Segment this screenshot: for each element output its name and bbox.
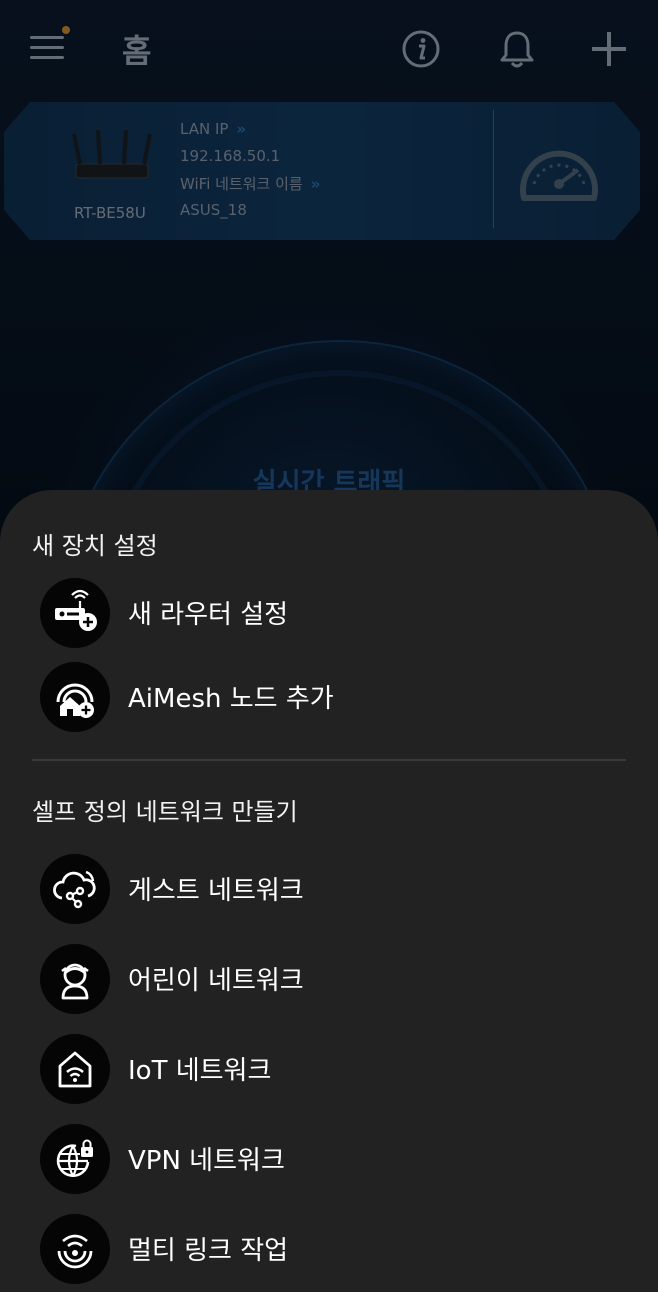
vpn-network-label: VPN 네트워크 [128,1146,285,1176]
guest-network-item[interactable]: 게스트 네트워크 [40,854,630,924]
aimesh-add-icon [40,662,110,732]
kids-network-item[interactable]: 어린이 네트워크 [40,944,630,1014]
vpn-network-icon [40,1124,110,1194]
vpn-network-item[interactable]: VPN 네트워크 [40,1124,630,1194]
section-title-custom-network: 셀프 정의 네트워크 만들기 [32,798,298,826]
guest-network-label: 게스트 네트워크 [128,876,304,906]
kids-network-label: 어린이 네트워크 [128,966,304,996]
add-device-bottom-sheet: 새 장치 설정 새 라우터 설정 AiMesh 노드 추가 셀프 정의 네트워크… [0,490,658,1292]
aimesh-node-add-label: AiMesh 노드 추가 [128,684,334,714]
section-title-new-device: 새 장치 설정 [32,532,158,560]
kids-network-icon [40,944,110,1014]
iot-network-item[interactable]: IoT 네트워크 [40,1034,630,1104]
multi-link-label: 멀티 링크 작업 [128,1236,289,1266]
new-router-setup-label: 새 라우터 설정 [128,600,289,630]
multi-link-icon [40,1214,110,1284]
aimesh-node-add-item[interactable]: AiMesh 노드 추가 [40,662,630,732]
iot-network-icon [40,1034,110,1104]
router-add-icon [40,578,110,648]
multi-link-item[interactable]: 멀티 링크 작업 [40,1214,630,1284]
new-router-setup-item[interactable]: 새 라우터 설정 [40,578,630,648]
iot-network-label: IoT 네트워크 [128,1056,272,1086]
guest-network-icon [40,854,110,924]
section-divider [32,759,626,761]
